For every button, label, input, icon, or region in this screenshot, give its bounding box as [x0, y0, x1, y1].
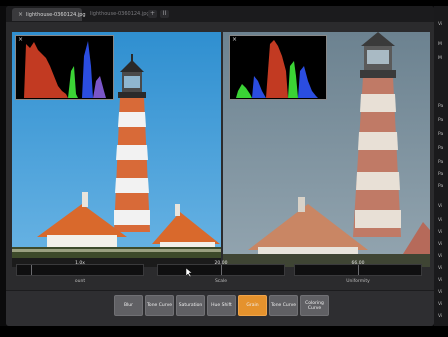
- panel-item[interactable]: Vi: [438, 242, 442, 247]
- panel-item[interactable]: Vi: [438, 218, 442, 223]
- histogram-processed: ×: [229, 35, 327, 100]
- tab-lighthouse-active[interactable]: × lighthouse-0360124.jpg: [12, 8, 86, 21]
- panel-item[interactable]: Vi: [438, 204, 442, 209]
- right-side-panel: Vi M M Pa Pa Pa Pa Pa Pa Pa Vi Vi Vi Vi …: [434, 6, 448, 326]
- panel-item[interactable]: Vi: [438, 290, 442, 295]
- panel-item[interactable]: Vi: [438, 314, 442, 319]
- screen-bottom-bar: [0, 326, 448, 337]
- editor-window: × lighthouse-0360124.jpg lighthouse-03601…: [6, 6, 434, 326]
- parameter-sliders: 1.0x ount 20.00 Scale 66.00 Uniformity: [16, 260, 428, 288]
- panel-item[interactable]: Pa: [438, 132, 443, 137]
- slider-handle[interactable]: [358, 265, 359, 275]
- tab-label: lighthouse-0360124.jpg: [26, 12, 86, 18]
- new-tab-button[interactable]: +: [148, 10, 157, 18]
- pause-button[interactable]: II: [160, 10, 169, 18]
- panel-item[interactable]: Pa: [438, 160, 443, 165]
- coloring-curve-button[interactable]: Coloring Curve: [300, 295, 329, 316]
- panel-item[interactable]: Pa: [438, 146, 443, 151]
- panel-item[interactable]: Vi: [438, 278, 442, 283]
- slider-value: 1.0x: [75, 261, 85, 266]
- tab-strip: × lighthouse-0360124.jpg lighthouse-03601…: [6, 6, 434, 22]
- tone-curve-button[interactable]: Tone Curve: [145, 295, 174, 316]
- panel-item[interactable]: M: [438, 56, 442, 61]
- panel-item[interactable]: Vi: [438, 230, 442, 235]
- original-image-pane[interactable]: ×: [12, 32, 221, 267]
- tone-curve-button-2[interactable]: Tone Curve: [269, 295, 298, 316]
- scale-slider[interactable]: 20.00 Scale: [157, 260, 285, 288]
- grain-button[interactable]: Grain: [238, 295, 267, 316]
- uniformity-slider[interactable]: 66.00 Uniformity: [294, 260, 422, 288]
- panel-item[interactable]: Pa: [438, 118, 443, 123]
- histogram-processed-graph: [236, 40, 318, 98]
- panel-item[interactable]: Pa: [438, 184, 443, 189]
- slider-label: Scale: [214, 279, 228, 284]
- tab-close-icon[interactable]: ×: [18, 11, 23, 18]
- mouse-cursor-icon: [186, 268, 192, 277]
- slider-label: Uniformity: [346, 279, 370, 284]
- slider-label: ount: [74, 279, 86, 284]
- panel-item[interactable]: Vi: [438, 254, 442, 259]
- amount-slider[interactable]: 1.0x ount: [16, 260, 144, 288]
- histogram-original: ×: [15, 35, 114, 100]
- blur-button[interactable]: Blur: [114, 295, 143, 316]
- processed-image-pane[interactable]: ×: [223, 32, 430, 267]
- slider-handle[interactable]: [221, 265, 222, 275]
- hue-shift-button[interactable]: Hue Shift: [207, 295, 236, 316]
- panel-item[interactable]: Vi: [438, 266, 442, 271]
- effects-toolbar: Blur Tone Curve Saturation Hue Shift Gra…: [6, 290, 434, 326]
- histogram-original-graph: [24, 41, 106, 98]
- slider-handle[interactable]: [31, 265, 32, 275]
- panel-item[interactable]: Vi: [438, 302, 442, 307]
- panel-item[interactable]: Vi: [438, 22, 442, 27]
- saturation-button[interactable]: Saturation: [176, 295, 205, 316]
- tab-lighthouse-inactive[interactable]: lighthouse-0360124.jpg: [84, 8, 150, 21]
- panel-item[interactable]: Pa: [438, 104, 443, 109]
- panel-item[interactable]: Pa: [438, 172, 443, 177]
- tab-label: lighthouse-0360124.jpg: [90, 11, 150, 17]
- panel-item[interactable]: M: [438, 42, 442, 47]
